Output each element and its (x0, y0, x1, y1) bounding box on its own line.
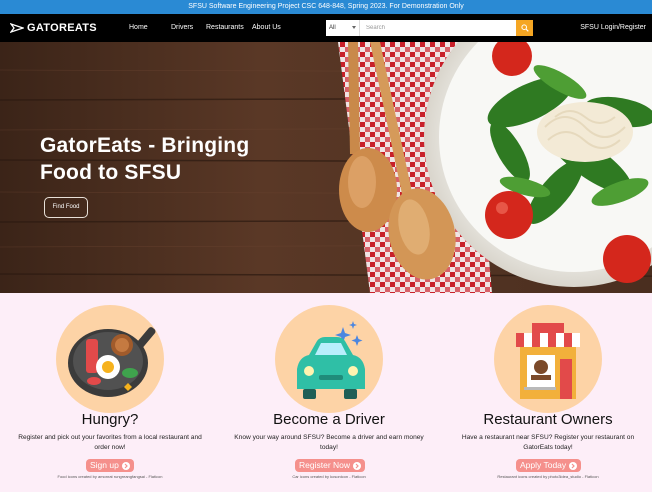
sign-up-button[interactable]: Sign up (86, 459, 134, 472)
feature-description: Have a restaurant near SFSU? Register yo… (461, 434, 635, 451)
nav-link-about-us[interactable]: About Us (252, 14, 281, 42)
nav-link-drivers[interactable]: Drivers (171, 14, 193, 42)
feature-description: Know your way around SFSU? Become a driv… (234, 434, 424, 451)
feature-title: Become a Driver (273, 411, 385, 428)
button-label: Register Now (299, 460, 351, 470)
feature-card-driver: Become a Driver Know your way around SFS… (229, 293, 429, 492)
food-icon (56, 305, 164, 413)
logo[interactable]: GATOREATS (10, 20, 97, 36)
top-navbar: GATOREATS Home Drivers Restaurants About… (0, 14, 652, 42)
find-food-button[interactable]: Find Food (44, 197, 88, 218)
feature-description: Register and pick out your favorites fro… (18, 434, 202, 451)
button-label: Sign up (90, 460, 119, 470)
demo-banner: SFSU Software Engineering Project CSC 64… (0, 0, 652, 14)
car-icon (275, 305, 383, 413)
logo-icon (10, 22, 24, 34)
icon-credit: Car icons created by kosonicon - Flatico… (292, 474, 366, 479)
search-category-select[interactable]: All (326, 20, 360, 36)
hero-title: GatorEats - Bringing Food to SFSU (40, 134, 250, 184)
logo-text: GATOREATS (27, 22, 97, 34)
nav-link-restaurants[interactable]: Restaurants (206, 14, 244, 42)
register-now-button[interactable]: Register Now (295, 459, 366, 472)
apply-today-button[interactable]: Apply Today (516, 459, 582, 472)
feature-card-restaurant-owners: Restaurant Owners Have a restaurant near… (448, 293, 648, 492)
feature-title: Restaurant Owners (483, 411, 613, 428)
arrow-right-icon (353, 461, 362, 470)
arrow-right-icon (569, 461, 578, 470)
search-icon (520, 24, 529, 32)
feature-card-hungry: Hungry? Register and pick out your favor… (10, 293, 210, 492)
nav-link-home[interactable]: Home (129, 14, 148, 42)
search-category-value: All (329, 25, 336, 31)
button-label: Apply Today (520, 460, 567, 470)
search-input[interactable] (360, 20, 517, 36)
icon-credit: Food icons created by amonrat rungreangf… (57, 474, 163, 479)
search-bar: All (326, 20, 533, 36)
features-section: Hungry? Register and pick out your favor… (0, 293, 652, 492)
hero-section: GatorEats - Bringing Food to SFSU Find F… (0, 42, 652, 293)
feature-title: Hungry? (81, 411, 139, 428)
icon-credit: Restaurant icons created by photo3idea_s… (497, 474, 599, 479)
search-button[interactable] (516, 20, 533, 36)
arrow-right-icon (121, 461, 130, 470)
restaurant-icon (494, 305, 602, 413)
chevron-down-icon (352, 26, 356, 29)
login-register-link[interactable]: SFSU Login/Register (580, 14, 646, 42)
